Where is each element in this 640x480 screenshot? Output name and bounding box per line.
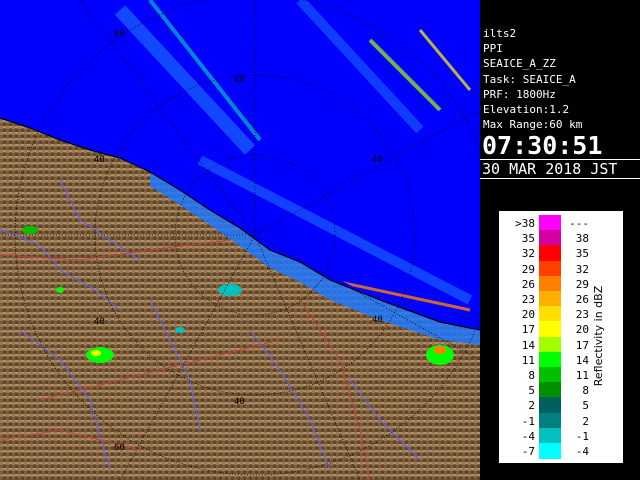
legend-color-swatch [539,367,561,383]
prf-value: PRF: 1800Hz [483,87,556,101]
legend-color-swatch [539,321,561,338]
max-range-value: Max Range:60 km [483,118,583,132]
legend-high-value: 38 [575,232,589,246]
legend-color-swatch [539,275,561,292]
radar-info-panel: ilts2 PPI SEAICE_A_ZZ Task: SEAICE_A PRF… [480,26,640,184]
scan-mode: PPI [483,42,503,56]
legend-low-value: 32 [521,247,535,261]
legend-high-value: 32 [575,262,589,276]
range-label-40-ne: 40 [372,155,383,165]
legend-color-swatch [539,230,561,247]
station-name: ilts2 [483,27,517,40]
scan-time: 07:30:51 [482,131,603,161]
legend-low-value: 2 [528,399,535,413]
legend-low-value: 5 [528,384,535,398]
legend-color-swatch [539,427,561,444]
legend-color-swatch [539,245,561,262]
legend-row: 32 35 [499,245,623,262]
legend-color-swatch [539,215,561,231]
legend-low-value: 17 [521,323,535,337]
range-label-40-se: 40 [372,315,383,325]
legend-row: -1 2 [499,412,623,429]
legend-color-swatch [539,351,561,368]
legend-high-value: 23 [575,308,589,322]
legend-high-value: 29 [575,277,589,291]
legend-low-value: -1 [521,414,535,428]
legend-high-value: 5 [582,399,589,413]
radar-ppi-display[interactable]: 40 40 40 40 40 40 60 60 [0,0,480,480]
legend-row: >38 --- [499,215,623,231]
product-name: SEAICE_A_ZZ [483,57,556,71]
legend-low-value: 26 [521,277,535,291]
range-label-40-s: 40 [234,397,245,407]
legend-high-value: 20 [575,323,589,337]
legend-low-value: 20 [521,308,535,322]
legend-high-value: 14 [575,353,589,367]
legend-low-value: -4 [521,429,535,443]
legend-color-swatch [539,291,561,307]
range-label-60-s: 60 [114,443,125,453]
legend-high-value: 17 [575,338,589,352]
legend-high-value: 35 [575,247,589,261]
legend-high-value: 8 [582,384,589,398]
legend-color-swatch [539,260,561,277]
legend-color-swatch [539,382,561,399]
legend-high-value: -1 [575,429,589,443]
legend-low-value: 23 [521,293,535,306]
legend-low-value: 35 [521,232,535,246]
legend-low-value: -7 [521,445,535,458]
legend-low-value: >38 [515,217,535,230]
legend-color-swatch [539,306,561,323]
range-label-60-nw: 60 [114,29,125,39]
legend-low-value: 29 [521,262,535,276]
range-label-40-n: 40 [234,75,245,85]
legend-low-value: 11 [521,353,535,367]
range-label-40-w: 40 [94,155,105,165]
legend-high-value: --- [569,217,589,230]
legend-unit-label: Reflectivity in dBZ [592,285,605,387]
scan-date: 30 MAR 2018 JST [480,159,640,180]
legend-color-swatch [539,412,561,429]
legend-low-value: 8 [528,369,535,382]
legend-row: -4 -1 [499,427,623,444]
legend-high-value: 26 [575,293,589,306]
legend-row: 35 38 [499,230,623,247]
legend-low-value: 14 [521,338,535,352]
legend-color-swatch [539,443,561,459]
legend-high-value: 11 [575,369,589,382]
legend-color-swatch [539,336,561,353]
legend-row: -7 -4 [499,443,623,459]
elevation-value: Elevation:1.2 [483,103,570,117]
range-label-40-sw: 40 [94,317,105,327]
task-name: Task: SEAICE_A [483,72,576,86]
legend-color-swatch [539,397,561,414]
legend-high-value: -4 [575,445,589,458]
legend-high-value: 2 [582,414,589,428]
